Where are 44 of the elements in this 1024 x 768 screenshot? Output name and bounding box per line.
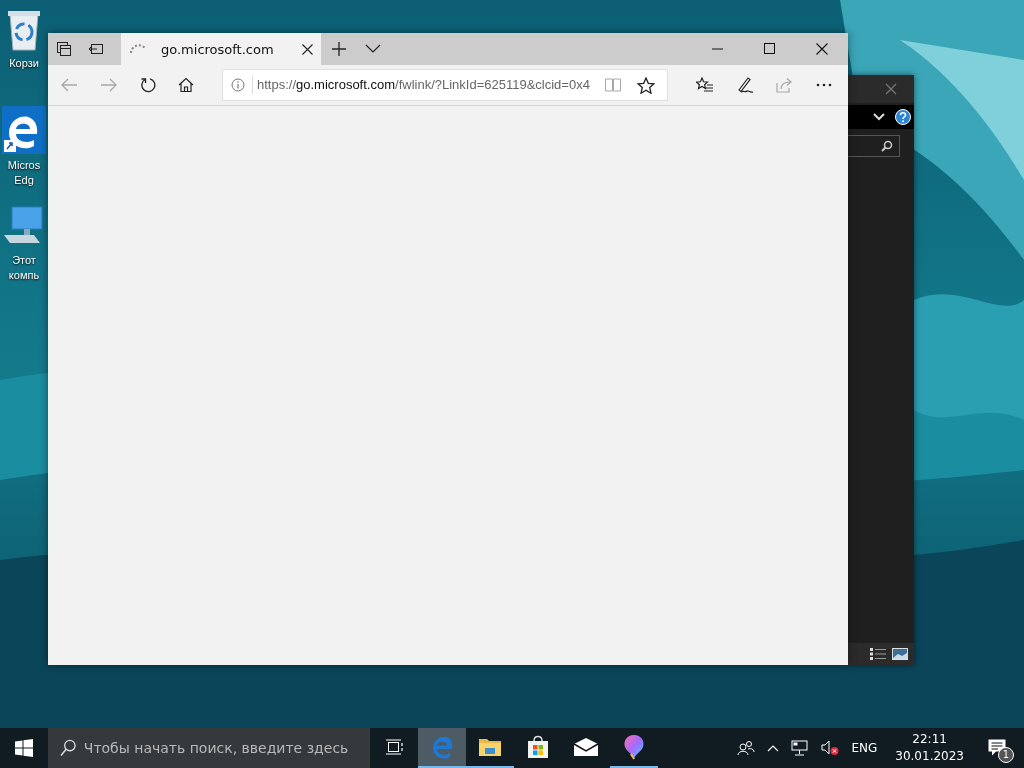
icon-label[interactable]: Этот компь (8, 253, 40, 283)
network-icon[interactable] (791, 740, 810, 756)
close-icon[interactable] (816, 43, 828, 55)
help-icon[interactable] (895, 109, 911, 125)
icon-label[interactable]: Micros Edg (7, 158, 41, 188)
shopping-bag-icon[interactable] (527, 735, 549, 759)
chevron-up-icon[interactable] (767, 744, 780, 752)
clock-date[interactable]: 30.01.2023 (895, 748, 964, 765)
envelope-icon[interactable] (573, 737, 599, 757)
edge-icon (2, 106, 46, 154)
more-icon[interactable] (816, 83, 832, 87)
pen-icon[interactable] (736, 76, 754, 94)
browser-tab[interactable]: go.microsoft.com (121, 33, 321, 65)
info-icon[interactable] (231, 78, 245, 92)
clock-time[interactable]: 22:11 (912, 731, 947, 748)
speaker-muted-icon[interactable] (821, 740, 840, 756)
new-tab-icon[interactable] (331, 41, 347, 57)
search-box[interactable]: Чтобы начать поиск, введите здесь (48, 728, 370, 768)
star-list-icon[interactable] (696, 77, 714, 93)
search-icon (881, 140, 893, 152)
set-aside-tabs-icon[interactable] (88, 41, 104, 57)
chevron-icon[interactable] (365, 44, 381, 54)
windows-logo-icon (15, 739, 33, 757)
loading-icon (129, 44, 147, 54)
folder-icon[interactable] (479, 737, 501, 757)
thumbnail-view-icon[interactable] (892, 648, 908, 660)
tabs-aside-icon[interactable] (56, 41, 72, 57)
refresh-icon[interactable] (140, 77, 156, 93)
star-icon[interactable] (637, 76, 655, 94)
people-icon[interactable] (737, 740, 756, 756)
address-bar[interactable]: https://go.microsoft.com/fwlink/?LinkId=625119&clcid=0x4 (222, 69, 668, 101)
url-text: https://go.microsoft.com/fwlink/?LinkId=625119&clcid=0x4 (252, 76, 601, 94)
balloon-icon[interactable] (623, 734, 645, 760)
details-view-icon[interactable] (870, 648, 886, 660)
close-icon[interactable] (302, 43, 313, 55)
notification-badge: 1 (998, 747, 1014, 763)
task-view-icon[interactable] (385, 739, 403, 755)
search-icon (60, 739, 76, 757)
maximize-icon[interactable] (764, 43, 776, 55)
icon-label[interactable]: Корзи (9, 56, 39, 71)
tab-title: go.microsoft.com (161, 41, 275, 57)
home-icon[interactable] (178, 77, 194, 93)
search-input[interactable]: Чтобы начать поиск, введите здесь (83, 740, 370, 756)
language-indicator[interactable]: ENG (851, 741, 878, 755)
